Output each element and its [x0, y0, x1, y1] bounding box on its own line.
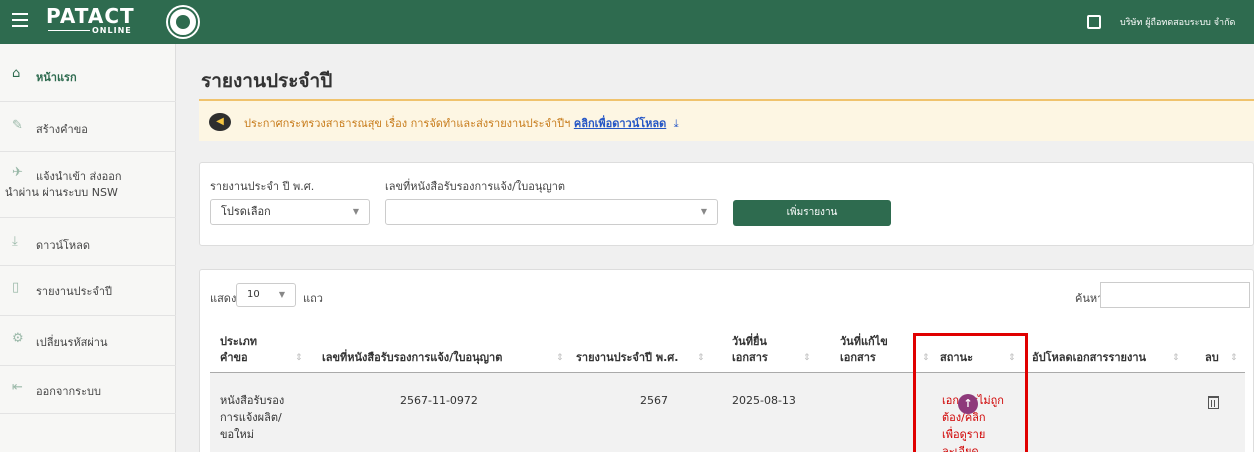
header-edit-date[interactable]: วันที่แก้ไข เอกสาร — [840, 334, 888, 366]
chevron-down-icon: ▼ — [278, 290, 285, 299]
logout-icon: ⇤ — [12, 380, 23, 395]
sort-icon[interactable]: ⇕ — [556, 353, 564, 363]
chevron-down-icon: ▼ — [700, 207, 707, 216]
sidebar-item-annual-report[interactable]: ▯ รายงานประจำปี — [0, 266, 176, 316]
header-type[interactable]: ประเภท คำขอ — [220, 334, 257, 366]
download-icon[interactable]: ⤓ — [674, 117, 679, 130]
header-submit-date[interactable]: วันที่ยื่น เอกสาร — [732, 334, 768, 366]
header-license[interactable]: เลขที่หนังสือรับรองการแจ้ง/ใบอนุญาต — [322, 350, 502, 366]
page-length-value: 10 — [247, 289, 260, 300]
sort-icon[interactable]: ⇕ — [803, 353, 811, 363]
logo-text: PATACT — [46, 4, 135, 28]
sidebar-item-label: สร้างคำขอ — [36, 123, 88, 136]
company-name[interactable]: บริษัท ผู้ถือทดสอบระบบ จำกัด — [1120, 15, 1235, 29]
chevron-down-icon: ▼ — [352, 207, 359, 216]
add-report-button[interactable]: เพิ่มรายงาน — [733, 200, 891, 226]
notice-download-link[interactable]: คลิกเพื่อดาวน์โหลด — [574, 117, 666, 130]
sidebar-item-home[interactable]: ⌂ หน้าแรก — [0, 44, 176, 102]
page-length-select[interactable]: 10 ▼ — [236, 283, 296, 307]
year-select[interactable]: โปรดเลือก ▼ — [210, 199, 370, 225]
trash-icon[interactable] — [1208, 396, 1219, 409]
top-bar: PATACT ONLINE บริษัท ผู้ถือทดสอบระบบ จำก… — [0, 0, 1254, 44]
sidebar-item-download[interactable]: ⤓ ดาวน์โหลด — [0, 218, 176, 266]
hamburger-menu-icon[interactable] — [12, 13, 28, 27]
rows-label: แถว — [303, 292, 323, 305]
download-icon: ⤓ — [12, 234, 18, 249]
year-label: รายงานประจำ ปี พ.ศ. — [210, 180, 315, 193]
report-table-card: แสดง 10 ▼ แถว ค้นหา: ประเภท คำขอ ⇕ เลขที… — [199, 269, 1254, 452]
sidebar-item-create-request[interactable]: ✎ สร้างคำขอ — [0, 102, 176, 152]
sidebar: ⌂ หน้าแรก ✎ สร้างคำขอ ✈ แจ้งนำเข้า ส่งออ… — [0, 44, 176, 452]
cell-type-line2: การแจ้งผลิต/ — [220, 411, 282, 424]
header-upload[interactable]: อัปโหลดเอกสารรายงาน — [1032, 350, 1146, 366]
status-highlight-box — [913, 333, 1028, 452]
header-year[interactable]: รายงานประจำปี พ.ศ. — [576, 350, 678, 366]
sort-icon[interactable]: ⇕ — [1172, 353, 1180, 363]
header-submit-line2: เอกสาร — [732, 351, 768, 364]
document-icon: ▯ — [12, 280, 20, 295]
header-delete[interactable]: ลบ — [1205, 350, 1219, 366]
sidebar-item-label: หน้าแรก — [36, 71, 77, 84]
notice-text: ประกาศกระทรวงสาธารณสุข เรื่อง การจัดทำแล… — [244, 117, 571, 130]
show-label: แสดง — [210, 292, 237, 305]
page-title: รายงานประจำปี — [201, 70, 333, 92]
header-type-line2: คำขอ — [220, 351, 248, 364]
logo-underline — [48, 30, 90, 31]
seal-logo-icon — [168, 7, 198, 37]
logo-subtext: ONLINE — [92, 26, 132, 35]
sidebar-item-logout[interactable]: ⇤ ออกจากระบบ — [0, 366, 176, 414]
cell-year: 2567 — [640, 394, 668, 407]
notice-banner: ◀ ประกาศกระทรวงสาธารณสุข เรื่อง การจัดทำ… — [199, 99, 1254, 141]
header-submit-line1: วันที่ยื่น — [732, 335, 767, 348]
sidebar-item-label: ออกจากระบบ — [36, 385, 101, 398]
header-edit-line1: วันที่แก้ไข — [840, 335, 888, 348]
plane-icon: ✈ — [12, 165, 23, 180]
cell-type-line1: หนังสือรับรอง — [220, 394, 285, 407]
gears-icon: ⚙ — [12, 331, 24, 346]
header-type-line1: ประเภท — [220, 335, 258, 348]
sidebar-item-nsw[interactable]: ✈ แจ้งนำเข้า ส่งออก นำผ่าน ผ่านระบบ NSW — [0, 152, 176, 218]
cell-submit-date: 2025-08-13 — [732, 394, 796, 407]
sort-icon[interactable]: ⇕ — [295, 353, 303, 363]
filter-card: รายงานประจำ ปี พ.ศ. เลขที่หนังสือรับรองก… — [199, 162, 1254, 246]
cell-license: 2567-11-0972 — [400, 394, 478, 407]
sort-icon[interactable]: ⇕ — [1230, 353, 1238, 363]
sidebar-item-label-line2: นำผ่าน ผ่านระบบ NSW — [5, 186, 118, 199]
license-label: เลขที่หนังสือรับรองการแจ้ง/ใบอนุญาต — [385, 180, 566, 193]
sidebar-item-label: รายงานประจำปี — [36, 285, 113, 298]
sidebar-item-change-password[interactable]: ⚙ เปลี่ยนรหัสผ่าน — [0, 316, 176, 366]
notice-text-line: ประกาศกระทรวงสาธารณสุข เรื่อง การจัดทำแล… — [244, 114, 679, 132]
year-select-value: โปรดเลือก — [221, 205, 271, 218]
user-card-icon[interactable] — [1087, 15, 1101, 29]
cell-type-line3: ขอใหม่ — [220, 428, 254, 441]
table-row — [210, 373, 1245, 452]
sidebar-item-label: เปลี่ยนรหัสผ่าน — [36, 336, 108, 349]
cell-type: หนังสือรับรอง การแจ้งผลิต/ ขอใหม่ — [220, 392, 284, 443]
main-content: รายงานประจำปี ◀ ประกาศกระทรวงสาธารณสุข เ… — [177, 44, 1254, 452]
search-input[interactable] — [1100, 282, 1250, 308]
pencil-icon: ✎ — [12, 118, 23, 133]
sort-icon[interactable]: ⇕ — [697, 353, 705, 363]
sidebar-item-label: ดาวน์โหลด — [36, 239, 91, 252]
megaphone-icon: ◀ — [209, 113, 231, 131]
license-select[interactable]: ▼ — [385, 199, 718, 225]
header-edit-line2: เอกสาร — [840, 351, 876, 364]
home-icon: ⌂ — [12, 66, 21, 81]
